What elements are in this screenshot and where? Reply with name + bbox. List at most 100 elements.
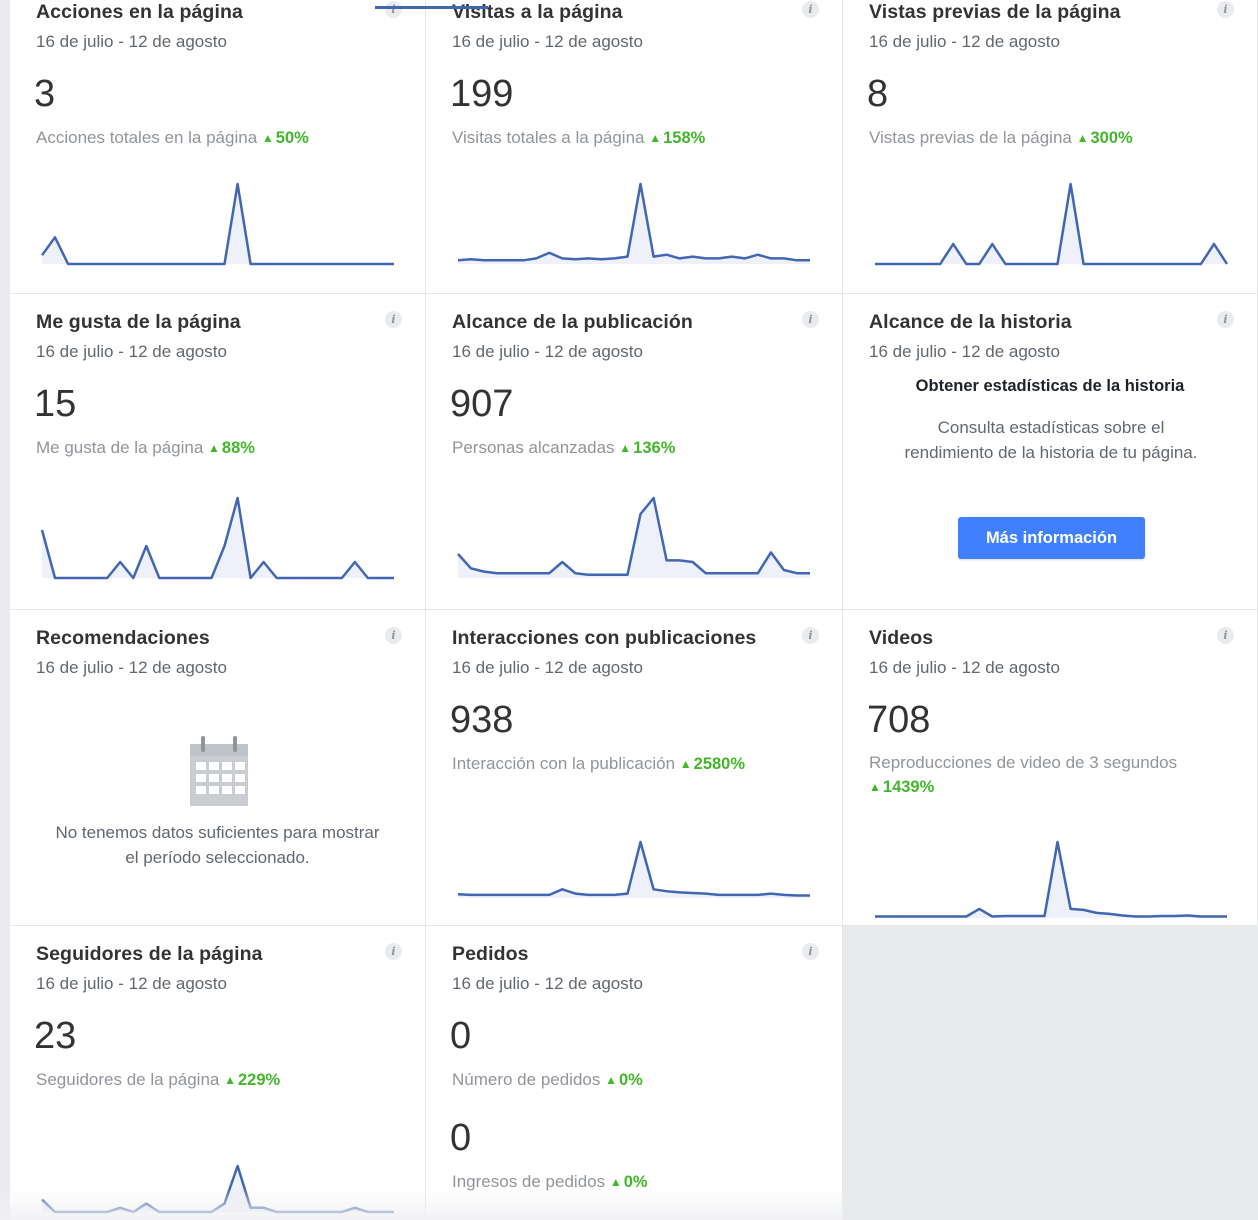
card-date: 16 de julio - 12 de agosto [36,658,227,677]
card-date: 16 de julio - 12 de agosto [452,342,643,361]
card-post-engagement[interactable]: Interacciones con publicaciones i 16 de … [426,610,843,926]
sparkline-area [42,498,394,578]
metric-value: 3 [34,73,56,115]
card-story-reach[interactable]: Alcance de la historia i 16 de julio - 1… [843,294,1258,610]
change-percent: ▲ 0% [610,1173,648,1191]
sparkline-chart [875,182,1229,266]
card-recommendations[interactable]: Recomendaciones i 16 de julio - 12 de ag… [10,610,426,926]
more-info-button[interactable]: Más información [958,517,1145,559]
change-percent: ▲ 229% [224,1071,280,1089]
card-date: 16 de julio - 12 de agosto [36,32,227,51]
sparkline-chart [457,182,810,264]
card-title: Alcance de la publicación [452,311,693,333]
up-triangle-icon: ▲ [679,757,692,771]
metric-label-row: Visitas totales a la página ▲ 158% [452,128,705,148]
up-triangle-icon: ▲ [649,131,662,145]
metric-label-row: Interacción con la publicación ▲ 2580% [452,754,745,774]
card-date: 16 de julio - 12 de agosto [452,32,643,51]
card-title: Me gusta de la página [36,311,241,333]
info-icon[interactable]: i [1217,627,1234,644]
story-insights-heading: Obtener estadísticas de la historia [915,377,1185,395]
card-date: 16 de julio - 12 de agosto [452,658,643,677]
change-value: 0% [623,1173,648,1191]
sparkline-line [875,182,1229,266]
no-data-message: No tenemos datos suficientes para mostra… [55,823,380,867]
metric-label-row: Seguidores de la página ▲ 229% [36,1070,280,1090]
change-value: 229% [238,1071,281,1089]
card-orders[interactable]: Pedidos i 16 de julio - 12 de agosto 0 N… [426,926,843,1220]
card-title: Recomendaciones [36,627,210,649]
change-value: 50% [275,129,309,147]
metric-label-row: Número de pedidos ▲ 0% [452,1070,643,1090]
sparkline-line [40,182,394,266]
sparkline-chart [41,1164,394,1214]
metric-label-row: Acciones totales en la página ▲ 50% [36,128,309,148]
metric-label: Ingresos de pedidos [452,1172,606,1191]
info-icon[interactable]: i [1217,1,1234,18]
metric-value: 708 [867,699,931,741]
metric-value: 0 [450,1015,472,1057]
card-title: Acciones en la página [36,1,243,23]
metric-label: Seguidores de la página [36,1070,220,1089]
change-percent: ▲ 136% [619,439,675,457]
change-percent: ▲ 300% [1077,129,1133,147]
card-date: 16 de julio - 12 de agosto [36,342,227,361]
info-icon[interactable]: i [385,1,402,18]
card-page-visits[interactable]: Visitas a la página i 16 de julio - 12 d… [426,0,843,294]
metric-value: 907 [450,383,514,425]
sparkline-area [458,498,810,578]
up-triangle-icon: ▲ [609,1175,622,1189]
metric-value: 199 [450,73,514,115]
sparkline-area [42,184,394,264]
up-triangle-icon: ▲ [224,1073,236,1087]
change-value: 0% [619,1071,643,1089]
metric-value: 938 [450,699,514,741]
info-icon[interactable]: i [385,943,402,960]
insights-grid: Acciones en la página i 16 de julio - 12… [0,0,1258,1220]
change-value: 158% [663,129,706,147]
card-title: Alcance de la historia [869,311,1072,333]
left-edge [0,0,10,1220]
up-triangle-icon: ▲ [619,441,632,455]
info-icon[interactable]: i [385,311,402,328]
empty-grid-slot [843,926,1258,1220]
info-icon[interactable]: i [385,627,402,644]
metric-label-row: Personas alcanzadas ▲ 136% [452,438,675,458]
card-videos[interactable]: Videos i 16 de julio - 12 de agosto 708 … [843,610,1258,926]
sparkline-area [875,184,1227,264]
info-icon[interactable]: i [802,627,819,644]
card-page-actions[interactable]: Acciones en la página i 16 de julio - 12… [10,0,426,294]
story-insights-description: Consulta estadísticas sobre el rendimien… [904,418,1198,462]
card-date: 16 de julio - 12 de agosto [36,974,227,993]
metric-label: Reproducciones de video de 3 segundos [869,753,1178,772]
card-date: 16 de julio - 12 de agosto [452,974,643,993]
card-page-likes[interactable]: Me gusta de la página i 16 de julio - 12… [10,294,426,610]
info-icon[interactable]: i [802,1,819,18]
card-page-followers[interactable]: Seguidores de la página i 16 de julio - … [10,926,426,1220]
change-value: 2580% [693,755,746,773]
info-icon[interactable]: i [1217,311,1234,328]
change-value: 1439% [882,778,935,796]
sparkline-chart [40,496,394,580]
change-percent: ▲ 0% [605,1071,643,1089]
card-page-previews[interactable]: Vistas previas de la página i 16 de juli… [843,0,1258,294]
metric-label-row: Vistas previas de la página ▲ 300% [869,128,1133,148]
metric-label-row-2: Ingresos de pedidos ▲ 0% [452,1172,648,1192]
up-triangle-icon: ▲ [261,131,274,145]
sparkline-chart [40,182,394,266]
info-icon[interactable]: i [802,943,819,960]
card-post-reach[interactable]: Alcance de la publicación i 16 de julio … [426,294,843,610]
change-value: 300% [1090,129,1133,147]
change-percent: ▲ 50% [262,129,309,147]
change-percent: ▲ 88% [208,439,255,457]
change-value: 88% [221,439,255,457]
up-triangle-icon: ▲ [208,441,220,455]
card-date: 16 de julio - 12 de agosto [869,32,1060,51]
metric-label: Número de pedidos [452,1070,601,1089]
metric-label: Interacción con la publicación [452,754,676,773]
info-icon[interactable]: i [802,311,819,328]
sparkline-area [42,1166,394,1212]
change-percent: ▲ 1439% [869,778,934,796]
sparkline-chart [457,496,810,578]
metric-label: Personas alcanzadas [452,438,615,457]
